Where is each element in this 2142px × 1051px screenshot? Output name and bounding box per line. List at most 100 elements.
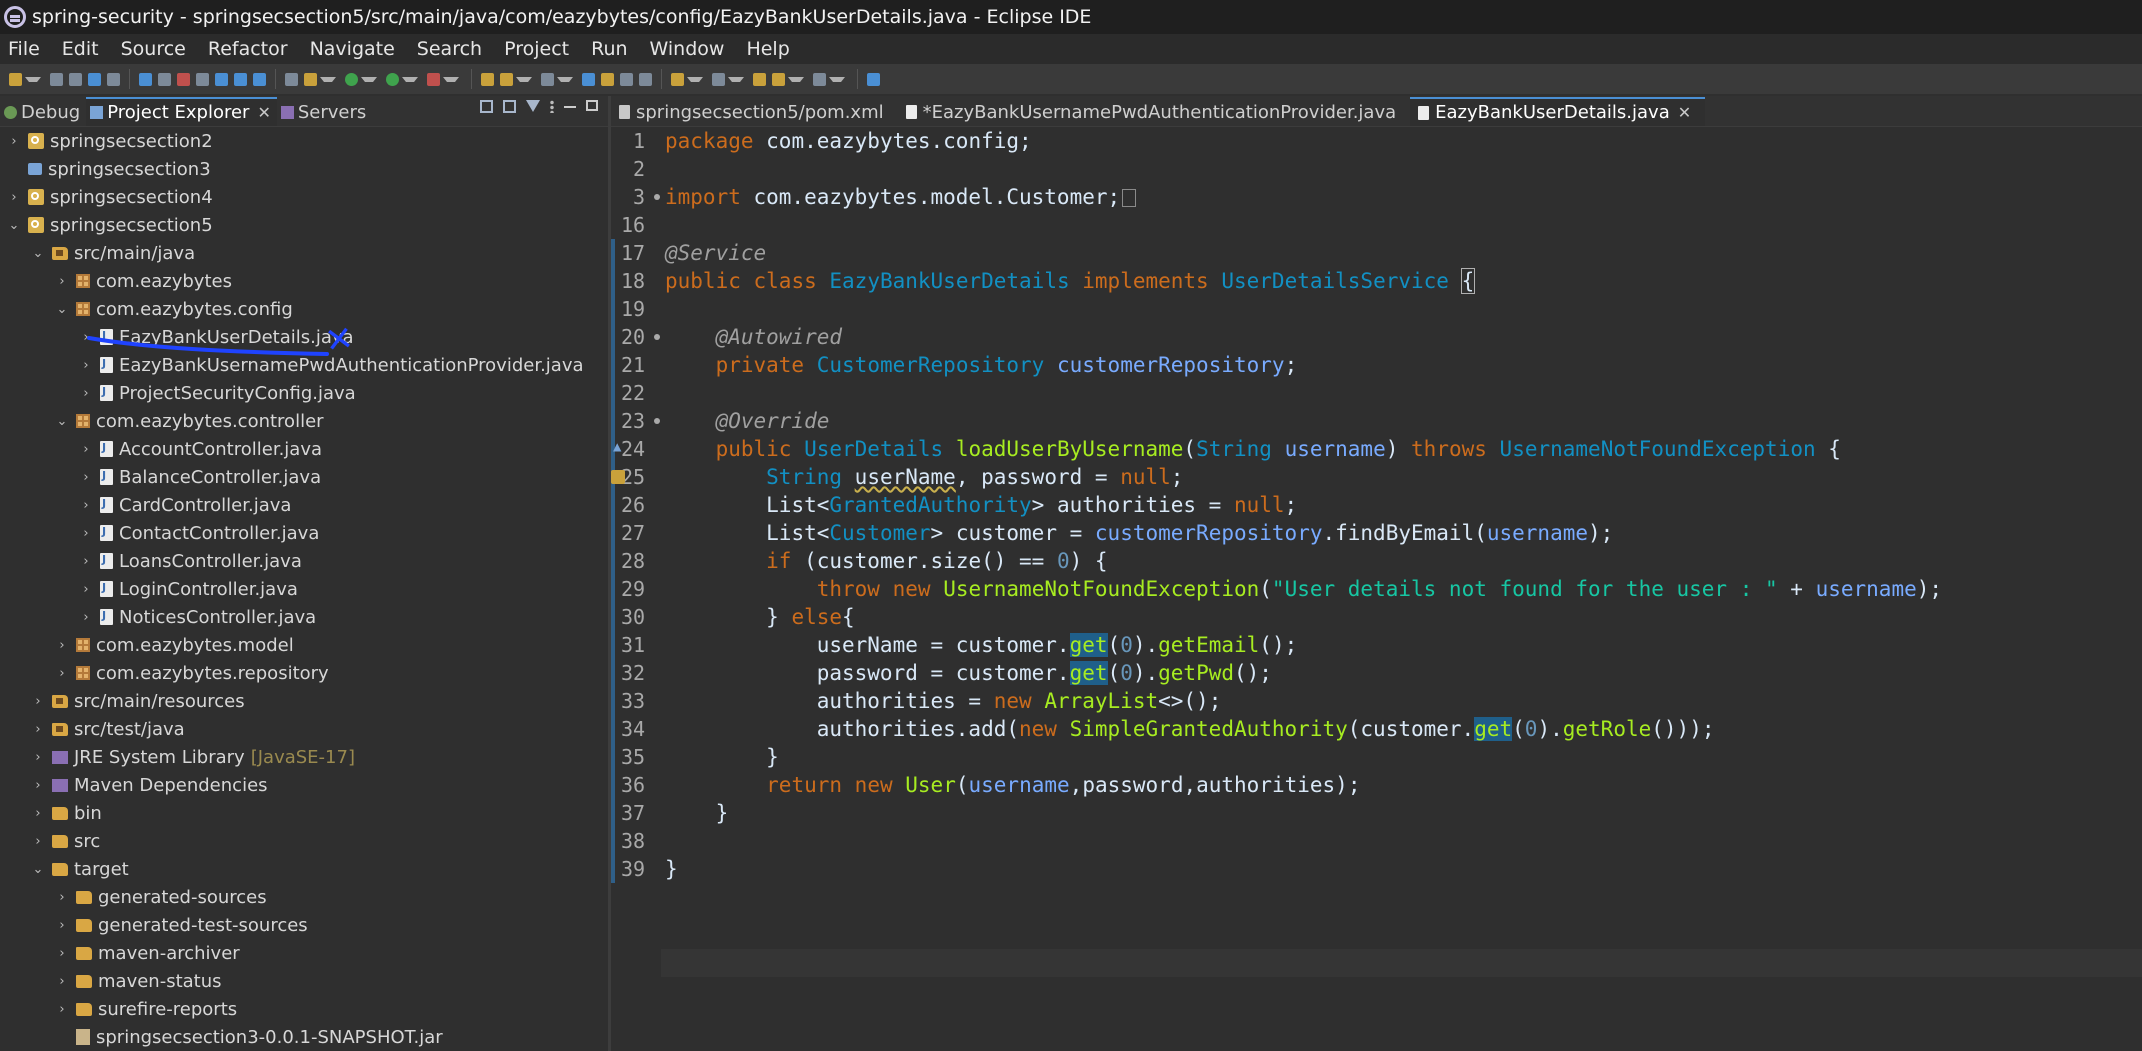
chevron-right-icon[interactable]: › [54, 638, 70, 653]
link-with-editor-icon[interactable] [503, 100, 516, 113]
tree-item[interactable]: › LoansController.java [78, 547, 301, 575]
maximize-icon[interactable] [586, 100, 598, 111]
skip-breakpoints-icon[interactable] [107, 72, 120, 86]
tree-item[interactable]: › AccountController.java [78, 435, 322, 463]
tree-item[interactable]: › bin [30, 799, 101, 827]
override-marker-icon[interactable]: ▲ [613, 439, 621, 455]
fold-toggle-icon[interactable] [654, 334, 660, 340]
editor-tab-user-details[interactable]: EazyBankUserDetails.java ✕ [1410, 97, 1706, 126]
chevron-right-icon[interactable]: › [54, 946, 70, 961]
new-java-dropdown-icon[interactable] [320, 76, 336, 82]
menu-project[interactable]: Project [496, 38, 583, 60]
save-all-icon[interactable] [69, 72, 82, 86]
tree-item[interactable]: › com.eazybytes [54, 267, 232, 295]
pen-dropdown-icon[interactable] [516, 76, 532, 82]
menu-edit[interactable]: Edit [54, 38, 113, 60]
chevron-right-icon[interactable]: › [30, 806, 46, 821]
tree-item[interactable]: › surefire-reports [54, 995, 237, 1023]
tree-item[interactable]: › src/main/resources [30, 687, 244, 715]
next-annotation-icon[interactable] [671, 72, 684, 86]
chevron-down-icon[interactable]: ⌄ [54, 302, 70, 317]
pin-editor-icon[interactable] [867, 72, 880, 86]
editor-tab-pom[interactable]: springsecsection5/pom.xml [611, 98, 898, 126]
debug-run-icon[interactable] [345, 72, 358, 86]
menu-navigate[interactable]: Navigate [302, 38, 409, 60]
tree-item[interactable]: springsecsection3-0.0.1-SNAPSHOT.jar [54, 1023, 443, 1051]
chevron-right-icon[interactable]: › [30, 722, 46, 737]
new-icon[interactable] [9, 72, 22, 86]
tree-item[interactable]: › CardController.java [78, 491, 291, 519]
back-icon[interactable] [772, 72, 785, 86]
collapsed-imports-icon[interactable] [1122, 189, 1137, 207]
tree-item[interactable]: › LoginController.java [78, 575, 298, 603]
next-annotation-dropdown-icon[interactable] [687, 76, 703, 82]
show-paragraph-icon[interactable] [639, 72, 652, 86]
step-into-icon[interactable] [215, 72, 228, 86]
terminal-icon[interactable] [88, 72, 101, 86]
filter-icon[interactable] [526, 100, 540, 112]
tree-item[interactable]: › springsecsection4 [6, 183, 212, 211]
open-folder-icon[interactable] [481, 72, 494, 86]
tree-item[interactable]: › Maven Dependencies [30, 771, 267, 799]
tree-item[interactable]: › src/test/java [30, 715, 184, 743]
disconnect-icon[interactable] [196, 72, 209, 86]
chevron-right-icon[interactable]: › [54, 918, 70, 933]
chevron-right-icon[interactable]: › [54, 274, 70, 289]
tree-item[interactable]: › maven-status [54, 967, 221, 995]
back-dropdown-icon[interactable] [788, 76, 804, 82]
suspend-icon[interactable] [158, 72, 171, 86]
tree-item[interactable]: › generated-sources [54, 883, 266, 911]
toggle-mark-occurrences-icon[interactable] [582, 72, 595, 86]
forward-dropdown-icon[interactable] [829, 76, 845, 82]
chevron-down-icon[interactable]: ⌄ [6, 218, 22, 233]
chevron-right-icon[interactable]: › [78, 498, 94, 513]
tree-item[interactable]: › JRE System Library [JavaSE-17] [30, 743, 355, 771]
tree-item[interactable]: › com.eazybytes.model [54, 631, 293, 659]
view-menu-icon[interactable] [550, 100, 554, 113]
menu-search[interactable]: Search [409, 38, 496, 60]
menu-file[interactable]: File [0, 38, 54, 60]
menu-window[interactable]: Window [642, 38, 739, 60]
run-icon[interactable] [386, 72, 399, 86]
menu-help[interactable]: Help [738, 38, 803, 60]
chevron-right-icon[interactable]: › [78, 442, 94, 457]
new-java-project-icon[interactable] [304, 72, 317, 86]
chevron-right-icon[interactable]: › [54, 1002, 70, 1017]
tree-item[interactable]: › ProjectSecurityConfig.java [78, 379, 355, 407]
tab-project-explorer[interactable]: Project Explorer ✕ [86, 97, 277, 126]
chevron-right-icon[interactable]: › [30, 778, 46, 793]
toggle-block-selection-icon[interactable] [601, 72, 614, 86]
warning-marker-icon[interactable] [611, 470, 625, 484]
fold-toggle-icon[interactable] [654, 194, 660, 200]
tree-item[interactable]: springsecsection3 [6, 155, 211, 183]
chevron-down-icon[interactable]: ⌄ [54, 414, 70, 429]
external-tools-dropdown-icon[interactable] [443, 76, 459, 82]
chevron-right-icon[interactable]: › [54, 974, 70, 989]
last-edit-location-icon[interactable] [753, 72, 766, 86]
minimize-icon[interactable] [564, 100, 576, 108]
editor-tab-auth-provider[interactable]: *EazyBankUsernamePwdAuthenticationProvid… [898, 98, 1411, 126]
tree-item[interactable]: › generated-test-sources [54, 911, 307, 939]
chevron-right-icon[interactable]: › [78, 470, 94, 485]
chevron-right-icon[interactable]: › [30, 834, 46, 849]
tree-item[interactable]: ⌄ src/main/java [30, 239, 196, 267]
tree-item[interactable]: ⌄ springsecsection5 [6, 211, 213, 239]
step-over-icon[interactable] [234, 72, 247, 86]
tree-item[interactable]: ⌄ com.eazybytes.controller [54, 407, 324, 435]
pen-icon[interactable] [500, 72, 513, 86]
chevron-right-icon[interactable]: › [78, 610, 94, 625]
open-type-icon[interactable] [285, 72, 298, 86]
fold-toggle-icon[interactable] [654, 418, 660, 424]
chevron-right-icon[interactable]: › [78, 554, 94, 569]
resume-icon[interactable] [139, 72, 152, 86]
collapse-all-icon[interactable] [480, 100, 493, 113]
tab-debug[interactable]: Debug [0, 98, 86, 126]
menu-source[interactable]: Source [113, 38, 200, 60]
chevron-right-icon[interactable]: › [6, 134, 22, 149]
chevron-right-icon[interactable]: › [78, 526, 94, 541]
search-dropdown-icon[interactable] [557, 76, 573, 82]
tree-item[interactable]: ⌄ com.eazybytes.config [54, 295, 293, 323]
menu-refactor[interactable]: Refactor [200, 38, 302, 60]
run-dropdown-icon[interactable] [402, 76, 418, 82]
chevron-right-icon[interactable]: › [30, 750, 46, 765]
